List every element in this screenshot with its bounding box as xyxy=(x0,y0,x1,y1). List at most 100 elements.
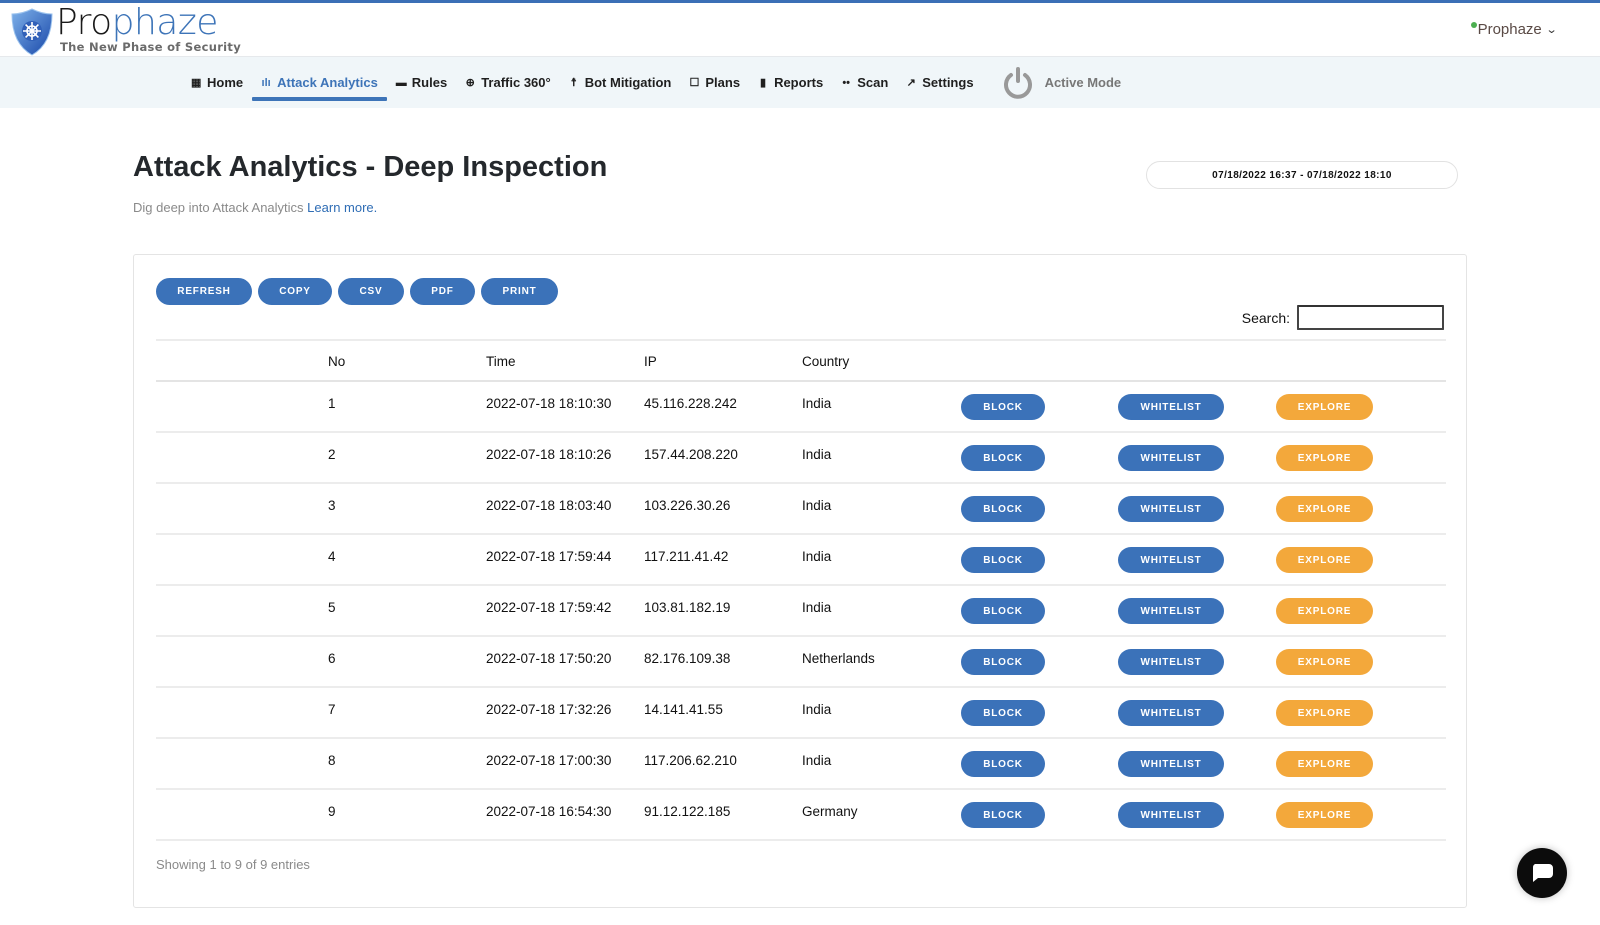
whitelist-button[interactable]: WHITELIST xyxy=(1118,394,1224,420)
table-row: 8 2022-07-18 17:00:30 117.206.62.210 India B… xyxy=(156,739,1446,790)
whitelist-button[interactable]: WHITELIST xyxy=(1118,802,1224,828)
column-header-ip[interactable]: IP xyxy=(644,354,657,369)
explore-button[interactable]: EXPLORE xyxy=(1276,547,1373,573)
online-status-icon xyxy=(1470,21,1477,28)
learn-more-link[interactable]: Learn more. xyxy=(307,200,377,215)
block-button[interactable]: BLOCK xyxy=(961,598,1045,624)
header: Prophaze The New Phase of Security Proph… xyxy=(0,3,1600,57)
file-icon: ▮ xyxy=(760,77,767,89)
row-ip: 103.226.30.26 xyxy=(644,498,731,513)
explore-button[interactable]: EXPLORE xyxy=(1276,445,1373,471)
row-country: India xyxy=(802,600,832,615)
date-range-picker[interactable]: 07/18/2022 16:37 - 07/18/2022 18:10 xyxy=(1146,161,1458,189)
row-ip: 117.211.41.42 xyxy=(644,549,729,564)
search-label: Search: xyxy=(1241,309,1290,326)
csv-button[interactable]: CSV xyxy=(338,278,404,305)
row-number: 1 xyxy=(328,396,336,411)
row-time: 2022-07-18 18:10:26 xyxy=(486,447,612,462)
search-input[interactable] xyxy=(1297,305,1444,330)
column-header-time[interactable]: Time xyxy=(486,354,516,369)
nav-item-plans[interactable]: ☐ Plans xyxy=(680,57,749,108)
whitelist-button[interactable]: WHITELIST xyxy=(1118,445,1224,471)
block-button[interactable]: BLOCK xyxy=(961,547,1045,573)
row-time: 2022-07-18 17:59:44 xyxy=(486,549,612,564)
row-time: 2022-07-18 17:59:42 xyxy=(486,600,612,615)
row-ip: 91.12.122.185 xyxy=(644,804,731,819)
brand-name: Prophaze xyxy=(56,2,218,43)
main-nav: ▦ Home ılı Attack Analytics ▬ Rules ⊕ Traffi… xyxy=(0,57,1600,108)
row-time: 2022-07-18 17:00:30 xyxy=(486,753,612,768)
table-row: 3 2022-07-18 18:03:40 103.226.30.26 India BL… xyxy=(156,484,1446,535)
column-header-no[interactable]: No xyxy=(328,354,345,369)
row-country: India xyxy=(802,498,832,513)
table-row: 2 2022-07-18 18:10:26 157.44.208.220 India B… xyxy=(156,433,1446,484)
row-number: 6 xyxy=(328,651,336,666)
row-time: 2022-07-18 18:10:30 xyxy=(486,396,612,411)
dots-icon: •• xyxy=(842,76,851,89)
nav-item-bot-mitigation[interactable]: ☨ Bot Mitigation xyxy=(560,57,681,108)
shield-logo-icon xyxy=(11,8,53,56)
user-name: Prophaze xyxy=(1477,21,1542,38)
block-button[interactable]: BLOCK xyxy=(961,751,1045,777)
whitelist-button[interactable]: WHITELIST xyxy=(1118,598,1224,624)
row-country: Germany xyxy=(802,804,858,819)
export-toolbar: REFRESH COPY CSV PDF PRINT xyxy=(156,278,564,305)
brand-tagline: The New Phase of Security xyxy=(60,40,242,54)
square-icon: ☐ xyxy=(689,77,700,89)
explore-button[interactable]: EXPLORE xyxy=(1276,700,1373,726)
table-row: 6 2022-07-18 17:50:20 82.176.109.38 Netherl… xyxy=(156,637,1446,688)
data-table-card: REFRESH COPY CSV PDF PRINT Search: No Ti… xyxy=(133,254,1467,908)
whitelist-button[interactable]: WHITELIST xyxy=(1118,496,1224,522)
block-button[interactable]: BLOCK xyxy=(961,394,1045,420)
logo[interactable]: Prophaze The New Phase of Security xyxy=(10,5,241,57)
block-button[interactable]: BLOCK xyxy=(961,445,1045,471)
page-title: Attack Analytics - Deep Inspection xyxy=(133,151,608,183)
attack-table: No Time IP Country 1 2022-07-18 18:10:30 4… xyxy=(156,339,1446,841)
column-header-country[interactable]: Country xyxy=(802,354,849,369)
pdf-button[interactable]: PDF xyxy=(410,278,475,305)
block-button[interactable]: BLOCK xyxy=(961,649,1045,675)
row-time: 2022-07-18 17:32:26 xyxy=(486,702,612,717)
row-country: India xyxy=(802,447,832,462)
row-ip: 117.206.62.210 xyxy=(644,753,737,768)
explore-button[interactable]: EXPLORE xyxy=(1276,394,1373,420)
nav-item-attack-analytics[interactable]: ılı Attack Analytics xyxy=(252,57,387,108)
user-menu[interactable]: Prophaze ⌄ xyxy=(1470,21,1557,38)
explore-button[interactable]: EXPLORE xyxy=(1276,649,1373,675)
nav-item-rules[interactable]: ▬ Rules xyxy=(387,57,456,108)
block-button[interactable]: BLOCK xyxy=(961,700,1045,726)
bar-chart-icon: ılı xyxy=(261,76,271,89)
nav-item-scan[interactable]: •• Scan xyxy=(832,57,897,108)
nav-item-traffic-360[interactable]: ⊕ Traffic 360° xyxy=(456,57,560,108)
print-button[interactable]: PRINT xyxy=(481,278,558,305)
whitelist-button[interactable]: WHITELIST xyxy=(1118,700,1224,726)
row-number: 9 xyxy=(328,804,336,819)
person-icon: ☨ xyxy=(570,77,577,89)
explore-button[interactable]: EXPLORE xyxy=(1276,598,1373,624)
row-country: India xyxy=(802,702,832,717)
chat-bubble-icon xyxy=(1532,864,1553,882)
inbox-icon: ▬ xyxy=(395,76,407,89)
row-country: India xyxy=(802,549,832,564)
refresh-button[interactable]: REFRESH xyxy=(156,278,252,305)
whitelist-button[interactable]: WHITELIST xyxy=(1118,547,1224,573)
chat-button[interactable] xyxy=(1517,848,1567,898)
row-ip: 82.176.109.38 xyxy=(644,651,731,666)
block-button[interactable]: BLOCK xyxy=(961,802,1045,828)
explore-button[interactable]: EXPLORE xyxy=(1276,802,1373,828)
power-icon xyxy=(1003,66,1032,99)
explore-button[interactable]: EXPLORE xyxy=(1276,496,1373,522)
nav-item-reports[interactable]: ▮ Reports xyxy=(749,57,832,108)
row-number: 3 xyxy=(328,498,336,513)
row-ip: 157.44.208.220 xyxy=(644,447,738,462)
row-ip: 103.81.182.19 xyxy=(644,600,731,615)
table-row: 1 2022-07-18 18:10:30 45.116.228.242 India B… xyxy=(156,382,1446,433)
explore-button[interactable]: EXPLORE xyxy=(1276,751,1373,777)
block-button[interactable]: BLOCK xyxy=(961,496,1045,522)
whitelist-button[interactable]: WHITELIST xyxy=(1118,649,1224,675)
whitelist-button[interactable]: WHITELIST xyxy=(1118,751,1224,777)
nav-item-settings[interactable]: ↗ Settings xyxy=(897,57,982,108)
nav-item-home[interactable]: ▦ Home xyxy=(182,57,252,108)
copy-button[interactable]: COPY xyxy=(258,278,332,305)
active-mode-toggle[interactable]: Active Mode xyxy=(1001,66,1121,100)
